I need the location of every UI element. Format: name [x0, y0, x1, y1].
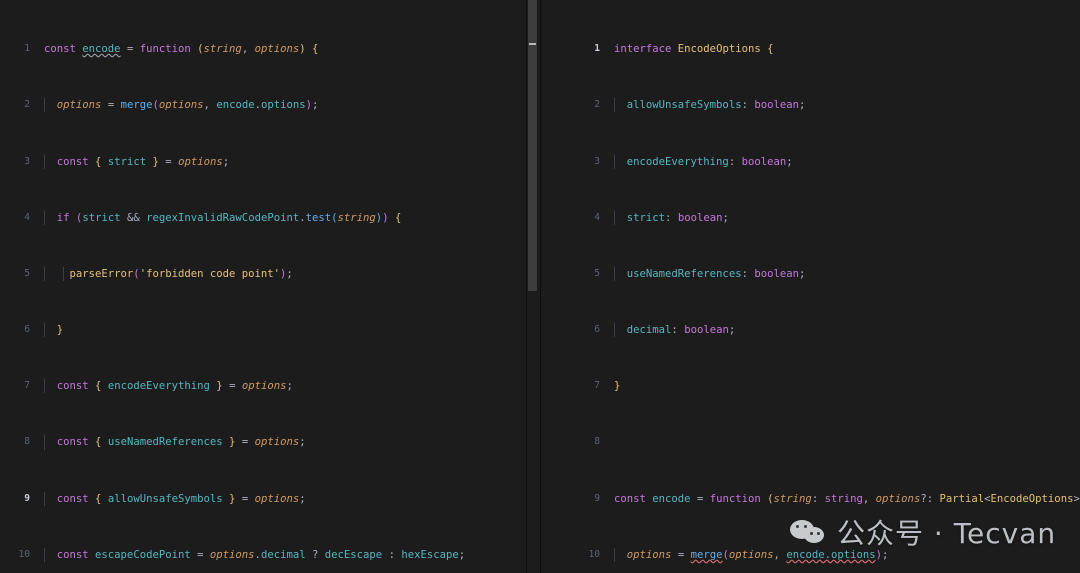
- left-pane-edge: [526, 0, 527, 573]
- line-content: const escapeCodePoint = options.decimal …: [34, 547, 540, 562]
- code-line[interactable]: 3 encodeEverything: boolean;: [540, 154, 1080, 169]
- scrollbar-cursor-marker: [529, 43, 536, 45]
- line-content: const encode = function (string, options…: [44, 43, 319, 56]
- line-content: useNamedReferences: boolean;: [604, 266, 1080, 281]
- line-content: const { strict } = options;: [34, 154, 540, 169]
- right-editor-pane[interactable]: 1 interface EncodeOptions { 2 allowUnsafe…: [540, 0, 1080, 573]
- line-number: 7: [594, 380, 600, 392]
- line-content: encodeEverything: boolean;: [604, 154, 1080, 169]
- line-content: allowUnsafeSymbols: boolean;: [604, 98, 1080, 113]
- code-line[interactable]: 6 decimal: boolean;: [540, 323, 1080, 338]
- line-content: }: [34, 323, 540, 338]
- code-line[interactable]: 3 const { strict } = options;: [0, 154, 540, 169]
- line-number: 9: [24, 492, 30, 504]
- code-line[interactable]: 10 options = merge(options, encode.optio…: [540, 547, 1080, 562]
- line-number: 9: [594, 492, 600, 504]
- line-number: 6: [24, 324, 30, 336]
- line-content: const { encodeEverything } = options;: [34, 379, 540, 394]
- line-number: 2: [594, 99, 600, 111]
- line-number: 10: [18, 548, 30, 560]
- line-number: 7: [24, 380, 30, 392]
- line-content: options = merge(options, encode.options)…: [604, 547, 1080, 562]
- line-content: interface EncodeOptions {: [614, 43, 774, 56]
- line-number: 8: [24, 436, 30, 448]
- left-editor-pane[interactable]: 1 const encode = function (string, option…: [0, 0, 540, 573]
- line-number: 8: [594, 436, 600, 448]
- line-content: options = merge(options, encode.options)…: [34, 98, 540, 113]
- code-line[interactable]: 6 }: [0, 323, 540, 338]
- line-content: parseError('forbidden code point');: [34, 266, 540, 281]
- line-content: if (strict && regexInvalidRawCodePoint.t…: [34, 210, 540, 225]
- code-comparison-view: 1 const encode = function (string, option…: [0, 0, 1080, 573]
- line-content: const encode = function (string: string,…: [614, 492, 1080, 505]
- line-number: 1: [594, 43, 600, 55]
- code-line[interactable]: 2 options = merge(options, encode.option…: [0, 98, 540, 113]
- line-number: 1: [24, 43, 30, 55]
- line-content: decimal: boolean;: [604, 323, 1080, 338]
- left-code-area[interactable]: 1 const encode = function (string, option…: [0, 0, 540, 573]
- code-line-current[interactable]: 9 const { allowUnsafeSymbols } = options…: [0, 491, 540, 506]
- left-vertical-scrollbar[interactable]: [528, 0, 537, 573]
- code-line-current[interactable]: 1 interface EncodeOptions {: [540, 42, 1080, 56]
- line-content: const { allowUnsafeSymbols } = options;: [34, 491, 540, 506]
- line-number: 10: [588, 548, 600, 560]
- code-line[interactable]: 5 parseError('forbidden code point');: [0, 266, 540, 281]
- right-code-area[interactable]: 1 interface EncodeOptions { 2 allowUnsafe…: [540, 0, 1080, 573]
- line-number: 4: [24, 211, 30, 223]
- line-content: }: [614, 380, 621, 393]
- code-line[interactable]: 9 const encode = function (string: string…: [540, 492, 1080, 506]
- line-number: 3: [24, 155, 30, 167]
- line-content: const { useNamedReferences } = options;: [34, 435, 540, 450]
- pane-divider[interactable]: [540, 0, 541, 573]
- line-number: 3: [594, 155, 600, 167]
- code-line[interactable]: 2 allowUnsafeSymbols: boolean;: [540, 98, 1080, 113]
- code-line[interactable]: 5 useNamedReferences: boolean;: [540, 266, 1080, 281]
- code-line[interactable]: 4 if (strict && regexInvalidRawCodePoint…: [0, 210, 540, 225]
- line-content: strict: boolean;: [604, 210, 1080, 225]
- line-number: 5: [24, 267, 30, 279]
- line-number: 2: [24, 99, 30, 111]
- code-line[interactable]: 7}: [540, 379, 1080, 393]
- code-line[interactable]: 8: [540, 435, 1080, 449]
- code-line[interactable]: 8 const { useNamedReferences } = options…: [0, 435, 540, 450]
- code-line[interactable]: 10 const escapeCodePoint = options.decim…: [0, 547, 540, 562]
- line-number: 6: [594, 324, 600, 336]
- line-number: 4: [594, 211, 600, 223]
- code-line[interactable]: 7 const { encodeEverything } = options;: [0, 379, 540, 394]
- line-number: 5: [594, 267, 600, 279]
- code-line[interactable]: 4 strict: boolean;: [540, 210, 1080, 225]
- code-line[interactable]: 1 const encode = function (string, option…: [0, 42, 540, 56]
